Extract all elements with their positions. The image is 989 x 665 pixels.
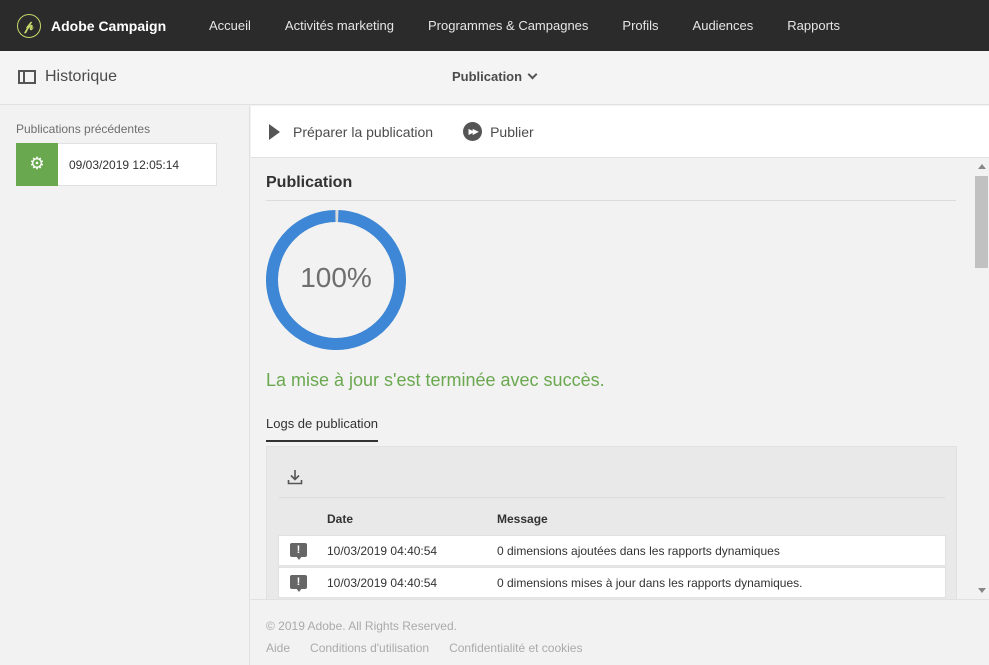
sidebar-panel-icon[interactable] (18, 70, 36, 84)
log-row[interactable]: ! 10/03/2019 04:40:54 0 dimensions ajout… (278, 535, 946, 566)
nav-item-programmes-campagnes[interactable]: Programmes & Campagnes (428, 18, 588, 33)
section-title: Publication (266, 174, 353, 191)
play-icon (269, 123, 280, 140)
top-navigation-bar: 𝓅 Adobe Campaign Accueil Activités marke… (0, 0, 989, 51)
nav-item-accueil[interactable]: Accueil (209, 18, 251, 33)
brand[interactable]: 𝓅 Adobe Campaign (17, 13, 209, 38)
fast-forward-icon: ▶▶ (463, 122, 483, 141)
logs-panel: Date Message ! 10/03/2019 04:40:54 0 dim… (266, 446, 957, 599)
column-header-message[interactable]: Message (497, 512, 548, 526)
previous-publications-panel: Publications précédentes ⚙ 09/03/2019 12… (0, 106, 250, 665)
footer-links: Aide Conditions d'utilisation Confidenti… (266, 641, 602, 655)
scroll-down-arrow-icon[interactable] (978, 588, 986, 593)
log-message: 0 dimensions ajoutées dans les rapports … (497, 544, 780, 558)
publication-date: 09/03/2019 12:05:14 (69, 157, 180, 172)
nav-item-profils[interactable]: Profils (622, 18, 658, 33)
copyright-text: © 2019 Adobe. All Rights Reserved. (266, 619, 457, 633)
log-date: 10/03/2019 04:40:54 (327, 576, 438, 590)
gears-icon: ⚙ (16, 142, 58, 186)
previous-publications-title: Publications précédentes (16, 122, 151, 136)
chevron-down-icon (527, 69, 538, 80)
app-name: Adobe Campaign (51, 17, 167, 34)
download-icon[interactable] (287, 469, 303, 485)
history-heading: Historique (18, 68, 117, 86)
footer: © 2019 Adobe. All Rights Reserved. Aide … (251, 599, 989, 665)
progress-percentage: 100% (300, 262, 372, 293)
publish-button[interactable]: ▶▶ Publier (463, 122, 534, 141)
nav-item-audiences[interactable]: Audiences (693, 18, 754, 33)
publication-history-item[interactable]: ⚙ 09/03/2019 12:05:14 (16, 142, 217, 186)
footer-link-aide[interactable]: Aide (266, 641, 290, 655)
page-title: Historique (45, 68, 118, 85)
column-header-date[interactable]: Date (327, 512, 353, 526)
log-date: 10/03/2019 04:40:54 (327, 544, 438, 558)
logs-divider (279, 497, 945, 498)
tab-publication-logs[interactable]: Logs de publication (266, 416, 379, 442)
footer-link-conditions[interactable]: Conditions d'utilisation (310, 641, 429, 655)
status-message: La mise à jour s'est terminée avec succè… (266, 370, 605, 390)
warning-icon: ! (290, 543, 307, 560)
content-scrollbar[interactable] (974, 158, 989, 599)
scrollbar-thumb[interactable] (975, 176, 988, 268)
log-message: 0 dimensions mises à jour dans les rappo… (497, 576, 803, 590)
action-toolbar: Préparer la publication ▶▶ Publier (251, 106, 989, 158)
nav-item-rapports[interactable]: Rapports (787, 18, 840, 33)
nav-item-activites-marketing[interactable]: Activités marketing (285, 18, 394, 33)
publication-menu-label: Publication (452, 69, 523, 84)
publication-menu[interactable]: Publication (452, 69, 538, 84)
publish-label: Publier (490, 123, 534, 140)
main-nav: Accueil Activités marketing Programmes &… (209, 18, 874, 33)
footer-link-confidentialite[interactable]: Confidentialité et cookies (449, 641, 582, 655)
prepare-publication-button[interactable]: Préparer la publication (269, 123, 434, 140)
warning-icon: ! (290, 575, 307, 592)
log-row[interactable]: ! 10/03/2019 04:40:54 0 dimensions mises… (278, 567, 946, 598)
publication-content: Publication 100% La mise à jour s'est te… (251, 158, 974, 599)
sub-header: Historique Publication (0, 51, 989, 105)
adobe-campaign-logo-icon: 𝓅 (17, 13, 41, 38)
prepare-publication-label: Préparer la publication (293, 123, 434, 140)
scroll-up-arrow-icon[interactable] (978, 164, 986, 169)
section-divider (266, 200, 956, 201)
